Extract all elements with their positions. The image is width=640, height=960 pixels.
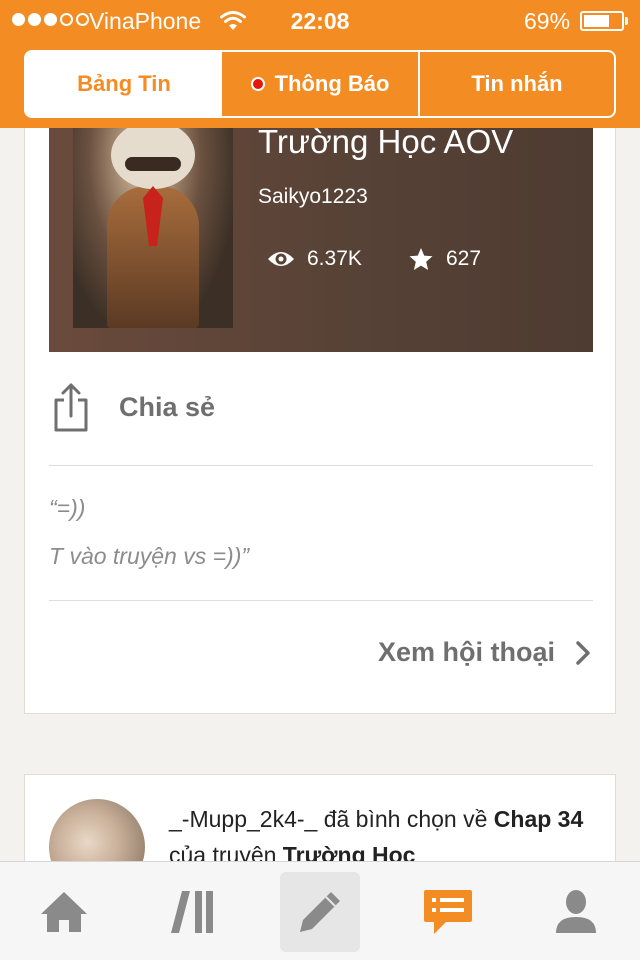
view-conversation-link[interactable]: Xem hội thoại xyxy=(378,637,591,668)
tab-library[interactable] xyxy=(152,872,232,952)
home-icon xyxy=(41,892,87,932)
tab-profile[interactable] xyxy=(536,872,616,952)
notifications-icon xyxy=(424,890,472,934)
votes-count: 627 xyxy=(446,247,482,270)
tab-thong-bao-label: Thông Báo xyxy=(274,71,390,96)
library-icon xyxy=(171,891,213,933)
share-icon xyxy=(54,383,88,432)
story-cover-image[interactable] xyxy=(73,101,233,328)
share-label: Chia sẻ xyxy=(119,391,216,422)
votes-stat: 627 xyxy=(408,247,481,271)
tab-tin-nhan-label: Tin nhắn xyxy=(471,71,563,96)
top-header: VinaPhone 22:08 69% Bảng Tin Thông Báo T… xyxy=(0,0,640,128)
battery-icon xyxy=(580,11,624,31)
tab-write[interactable] xyxy=(280,872,360,952)
tab-bang-tin[interactable]: Bảng Tin xyxy=(26,52,222,116)
view-conversation-label: Xem hội thoại xyxy=(377,637,555,667)
profile-icon xyxy=(556,890,596,933)
views-stat: 6.37K xyxy=(267,247,362,271)
status-bar: VinaPhone 22:08 69% xyxy=(0,0,640,42)
story-title[interactable]: Trường Học AOV xyxy=(258,123,513,161)
battery-percent: 69% xyxy=(524,8,571,34)
tab-notifications[interactable] xyxy=(408,872,488,952)
eye-icon xyxy=(268,252,294,266)
chevron-right-icon xyxy=(576,640,590,665)
tab-thong-bao[interactable]: Thông Báo xyxy=(222,52,420,116)
tab-tin-nhan[interactable]: Tin nhắn xyxy=(420,52,614,116)
activity-chapter[interactable]: Chap 34 xyxy=(494,806,583,832)
comment-line-1: “=)) xyxy=(49,495,86,521)
notification-dot xyxy=(250,77,265,91)
bottom-tab-bar xyxy=(0,861,640,960)
story-author[interactable]: Saikyo1223 xyxy=(258,185,368,209)
star-icon xyxy=(409,248,433,270)
comment-line-2: T vào truyện vs =))” xyxy=(49,543,250,569)
tab-bang-tin-label: Bảng Tin xyxy=(77,71,171,96)
tab-home[interactable] xyxy=(24,872,104,952)
divider xyxy=(49,600,593,601)
story-banner[interactable]: Trường Học AOV Saikyo1223 6.37K 627 xyxy=(49,101,593,352)
divider xyxy=(49,465,593,466)
feed-card: Trường Học AOV Saikyo1223 6.37K 627 Chia… xyxy=(24,100,616,714)
views-count: 6.37K xyxy=(307,247,362,270)
share-button[interactable]: Chia sẻ xyxy=(53,379,253,435)
activity-user[interactable]: _-Mupp_2k4-_ xyxy=(169,806,317,832)
feed-segmented-control: Bảng Tin Thông Báo Tin nhắn xyxy=(24,50,616,118)
pencil-icon xyxy=(300,892,340,932)
